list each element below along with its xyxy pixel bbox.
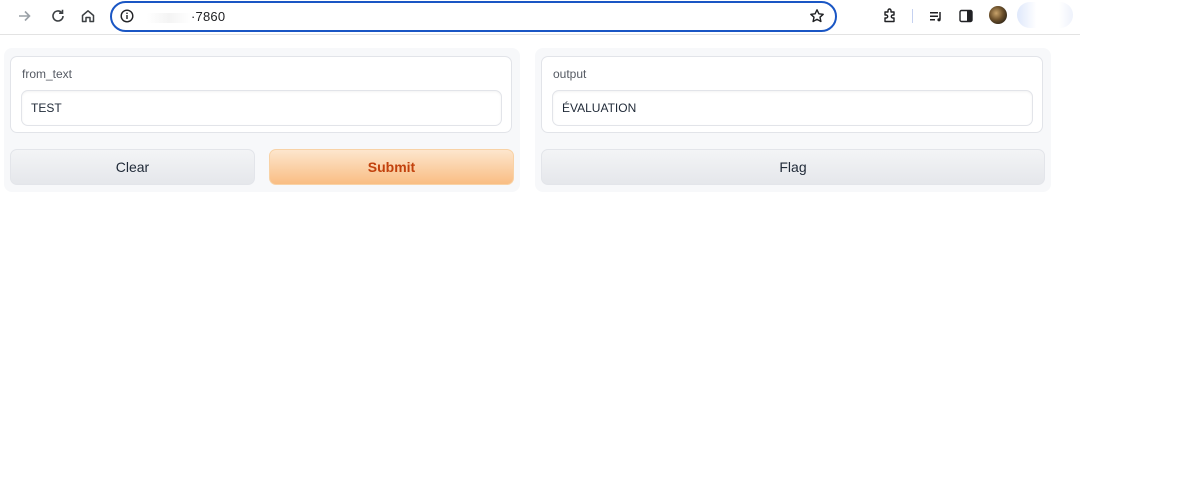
browser-toolbar: ·7860 bbox=[0, 0, 1080, 35]
from-text-block: from_text TEST bbox=[10, 56, 512, 133]
url-text[interactable]: ·7860 bbox=[147, 9, 225, 24]
media-controls-icon[interactable] bbox=[925, 5, 947, 27]
output-label: output bbox=[553, 67, 587, 81]
bookmark-star-icon[interactable] bbox=[809, 8, 825, 29]
from-text-label: from_text bbox=[22, 67, 73, 81]
address-bar[interactable]: ·7860 bbox=[110, 1, 837, 32]
clear-button[interactable]: Clear bbox=[10, 149, 255, 185]
from-text-input[interactable]: TEST bbox=[21, 90, 502, 126]
reload-icon[interactable] bbox=[47, 5, 69, 27]
submit-button[interactable]: Submit bbox=[269, 149, 514, 185]
forward-arrow-icon[interactable] bbox=[14, 5, 36, 27]
input-panel: from_text TEST Clear Submit bbox=[4, 48, 520, 192]
site-info-icon[interactable] bbox=[120, 9, 134, 23]
output-panel: output ÉVALUATION Flag bbox=[535, 48, 1051, 192]
home-icon[interactable] bbox=[77, 5, 99, 27]
flag-button[interactable]: Flag bbox=[541, 149, 1045, 185]
output-block: output ÉVALUATION bbox=[541, 56, 1043, 133]
profile-avatar-icon[interactable] bbox=[989, 6, 1007, 24]
profile-menu-pill[interactable] bbox=[1017, 2, 1073, 28]
output-textbox[interactable]: ÉVALUATION bbox=[552, 90, 1033, 126]
toolbar-divider bbox=[912, 9, 913, 23]
url-redacted bbox=[147, 12, 191, 23]
url-port: 7860 bbox=[195, 9, 226, 24]
extensions-icon[interactable] bbox=[879, 5, 901, 27]
side-panel-icon[interactable] bbox=[955, 5, 977, 27]
